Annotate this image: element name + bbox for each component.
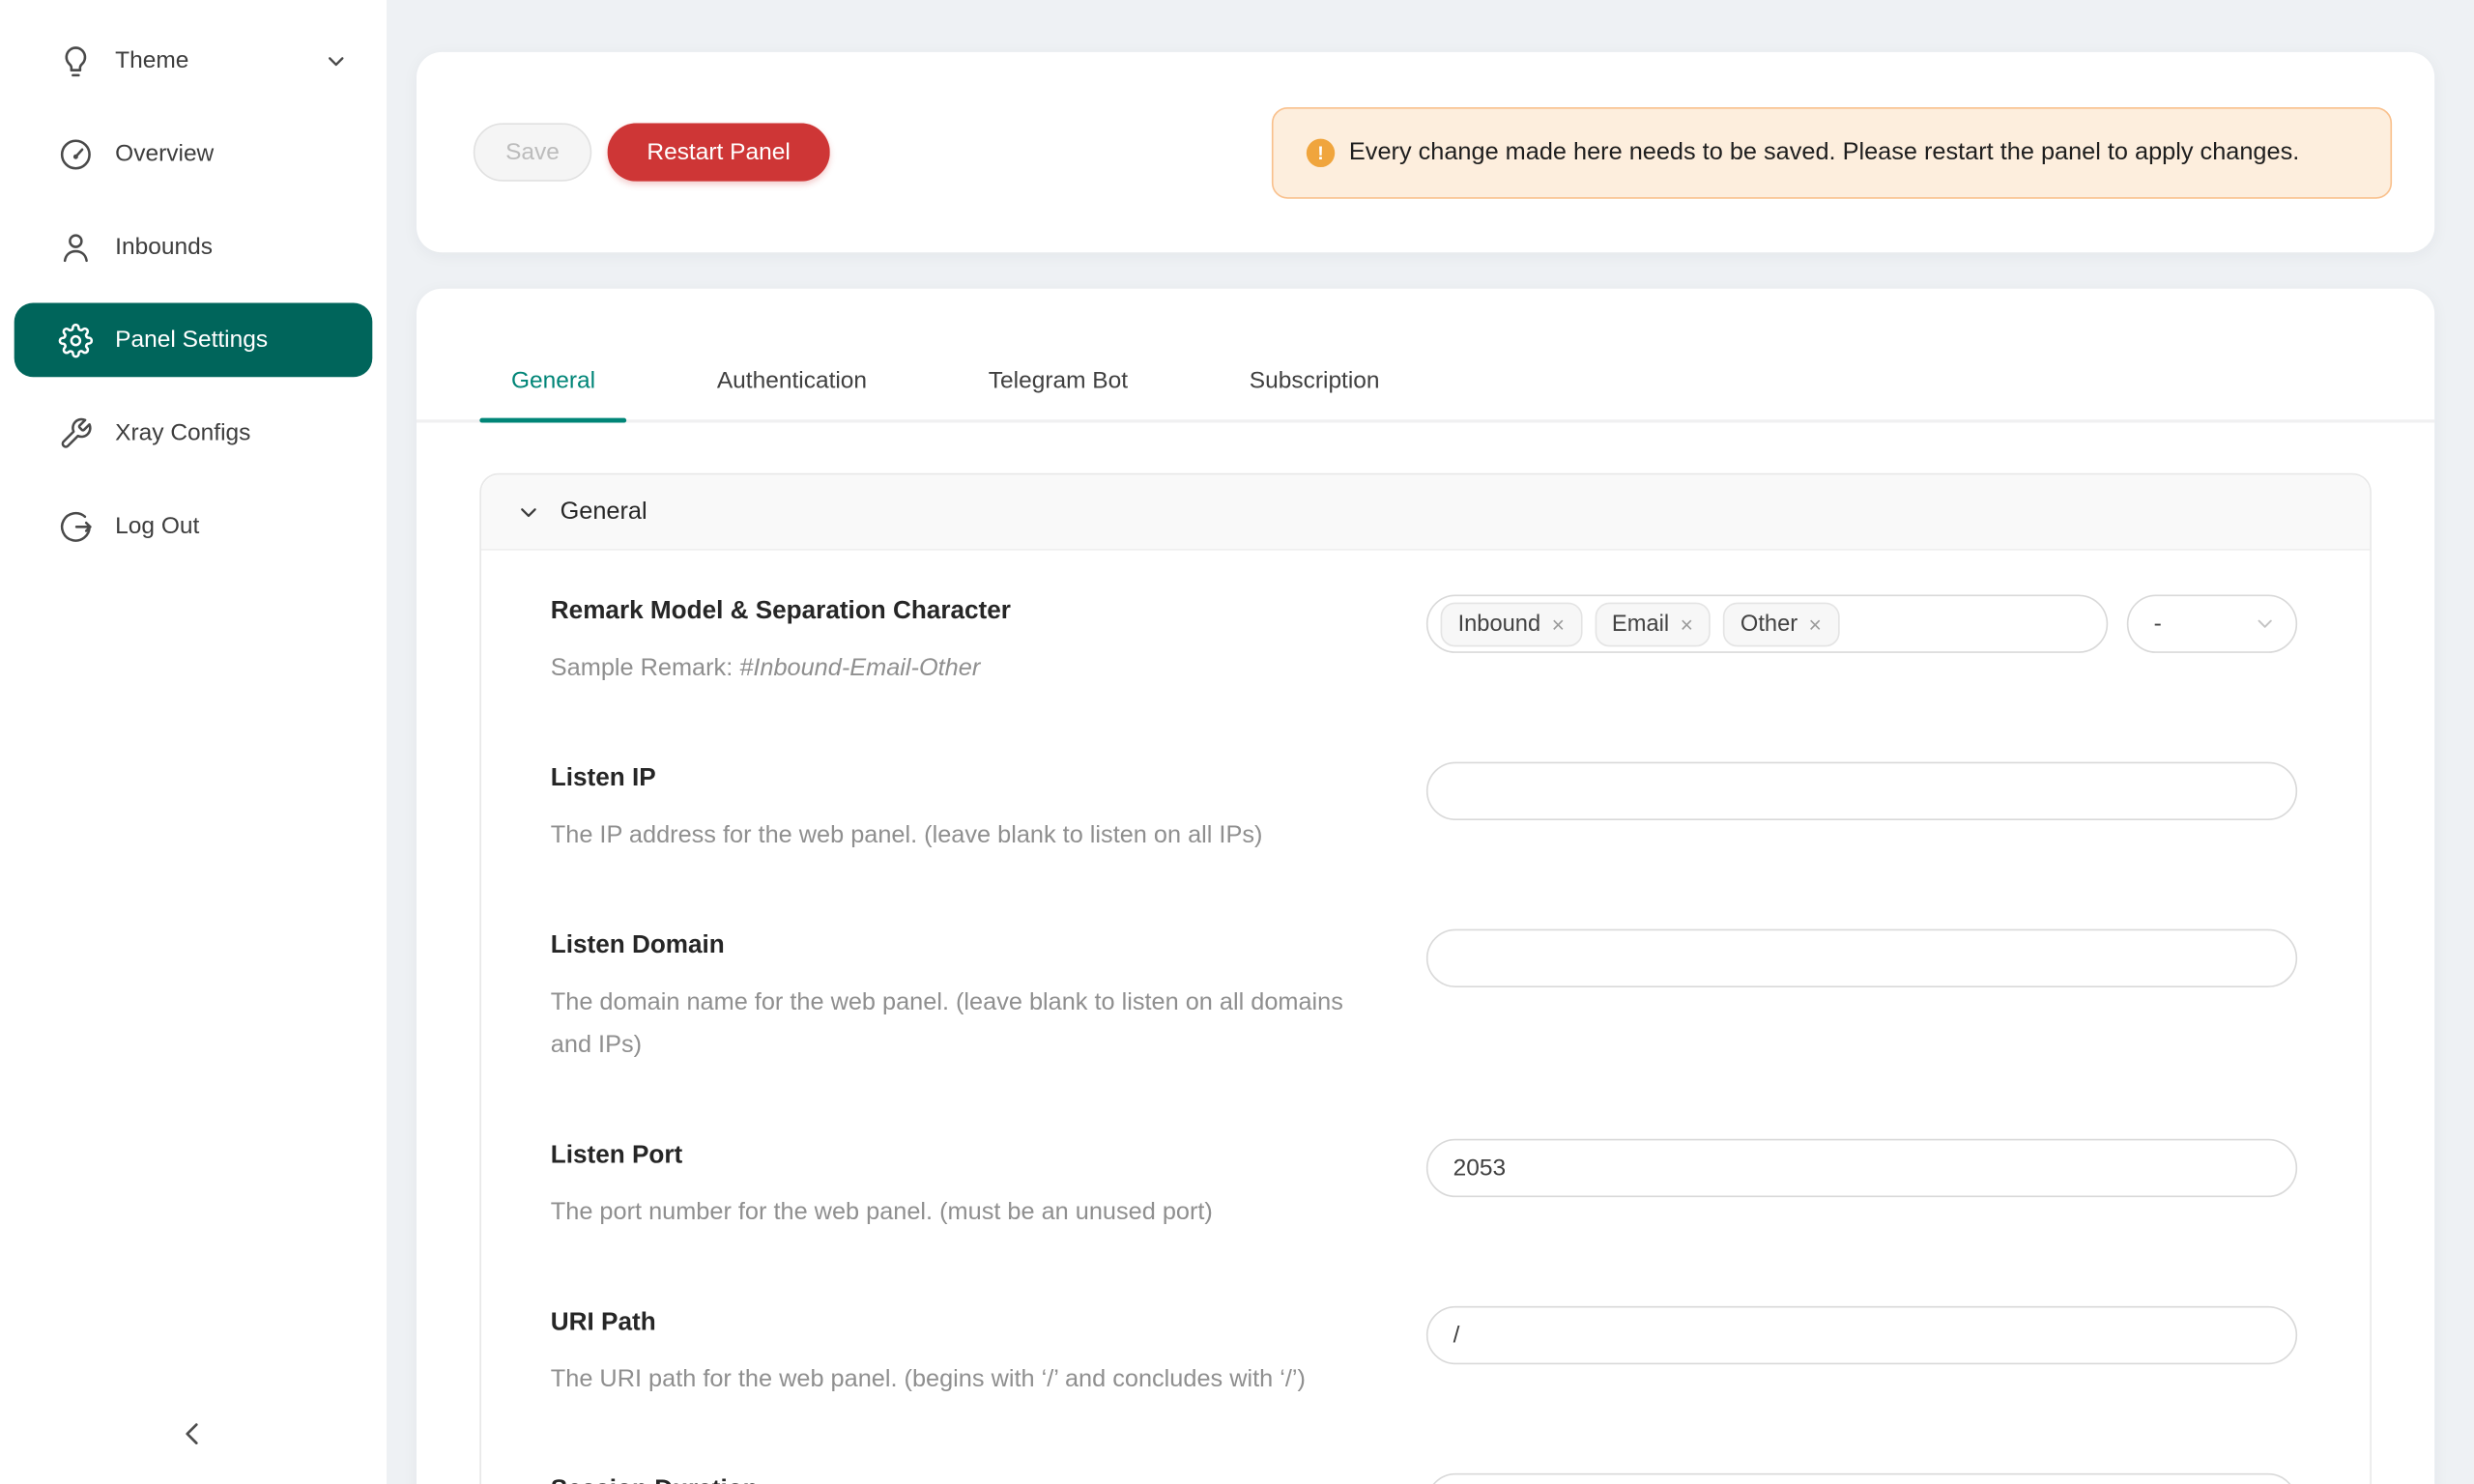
general-collapse-panel: General Remark Model & Separation Charac… xyxy=(479,473,2372,1484)
remove-tag-icon[interactable]: × xyxy=(1552,613,1565,635)
settings-card: General Authentication Telegram Bot Subs… xyxy=(417,289,2434,1484)
field-control xyxy=(1426,1306,2297,1364)
field-label: Listen Domain xyxy=(551,930,1379,962)
tag-label: Other xyxy=(1740,612,1798,637)
settings-tabs: General Authentication Telegram Bot Subs… xyxy=(417,289,2434,423)
remark-model-multiselect[interactable]: Inbound × Email × Other × xyxy=(1426,595,2108,653)
chevron-down-icon xyxy=(518,500,540,523)
listen-ip-input[interactable] xyxy=(1426,762,2297,820)
separation-character-select[interactable]: - xyxy=(2127,595,2297,653)
gauge-icon xyxy=(58,136,93,171)
lightbulb-icon xyxy=(58,43,93,78)
tag-inbound: Inbound × xyxy=(1441,602,1582,646)
selected-separator: - xyxy=(2154,611,2162,638)
field-label: Listen Port xyxy=(551,1140,1379,1172)
field-control xyxy=(1426,929,2297,987)
restart-warning-alert: ! Every change made here needs to be sav… xyxy=(1272,106,2392,198)
form-row-listen-domain: Listen Domain The domain name for the we… xyxy=(551,929,2297,1067)
tag-email: Email × xyxy=(1595,602,1711,646)
uri-path-input[interactable] xyxy=(1426,1306,2297,1364)
field-label: URI Path xyxy=(551,1307,1379,1339)
form-row-session-duration: Session Duration The duration for which … xyxy=(551,1473,2297,1484)
remove-tag-icon[interactable]: × xyxy=(1809,613,1822,635)
sidebar: Theme Overview Inbounds xyxy=(0,0,387,1484)
field-control xyxy=(1426,1139,2297,1197)
warning-icon: ! xyxy=(1307,138,1335,166)
tab-authentication[interactable]: Authentication xyxy=(685,367,899,419)
sidebar-item-inbounds[interactable]: Inbounds xyxy=(14,210,373,284)
field-description: The port number for the web panel. (must… xyxy=(551,1191,1379,1234)
sidebar-item-label: Inbounds xyxy=(115,235,213,258)
field-description: The IP address for the web panel. (leave… xyxy=(551,813,1379,856)
content-area: Save Restart Panel ! Every change made h… xyxy=(387,0,2474,1484)
general-form: Remark Model & Separation Character Samp… xyxy=(481,551,2370,1484)
sidebar-item-panel-settings[interactable]: Panel Settings xyxy=(14,302,373,377)
form-row-listen-port: Listen Port The port number for the web … xyxy=(551,1139,2297,1234)
field-label: Remark Model & Separation Character xyxy=(551,596,1379,628)
sidebar-item-label: Log Out xyxy=(115,514,199,537)
tag-other: Other × xyxy=(1723,602,1839,646)
alert-message: Every change made here needs to be saved… xyxy=(1349,131,2299,172)
restart-panel-button[interactable]: Restart Panel xyxy=(608,123,830,181)
field-info: URI Path The URI path for the web panel.… xyxy=(551,1306,1426,1401)
tab-general[interactable]: General xyxy=(479,367,626,419)
sidebar-item-theme[interactable]: Theme xyxy=(14,23,373,98)
sidebar-item-label: Theme xyxy=(115,49,188,72)
field-description: The domain name for the web panel. (leav… xyxy=(551,982,1379,1067)
app-root: Theme Overview Inbounds xyxy=(0,0,2474,1484)
listen-port-input[interactable] xyxy=(1426,1139,2297,1197)
logout-icon xyxy=(58,509,93,544)
general-collapse-header[interactable]: General xyxy=(481,474,2370,550)
session-duration-input[interactable] xyxy=(1426,1473,2297,1484)
field-control: Inbound × Email × Other × xyxy=(1426,595,2297,653)
field-info: Remark Model & Separation Character Samp… xyxy=(551,595,1426,690)
form-row-uri-path: URI Path The URI path for the web panel.… xyxy=(551,1306,2297,1401)
field-control xyxy=(1426,1473,2297,1484)
field-label: Session Duration xyxy=(551,1475,1379,1484)
field-info: Session Duration The duration for which … xyxy=(551,1473,1426,1484)
sample-remark-value: #Inbound-Email-Other xyxy=(739,655,980,682)
chevron-left-icon xyxy=(177,1418,209,1450)
tab-subscription[interactable]: Subscription xyxy=(1218,367,1411,419)
form-row-listen-ip: Listen IP The IP address for the web pan… xyxy=(551,762,2297,857)
sidebar-item-label: Overview xyxy=(115,142,214,165)
chevron-down-icon xyxy=(324,48,349,73)
tag-label: Inbound xyxy=(1458,612,1541,637)
field-info: Listen Domain The domain name for the we… xyxy=(551,929,1426,1067)
remove-tag-icon[interactable]: × xyxy=(1681,613,1693,635)
form-row-remark-model: Remark Model & Separation Character Samp… xyxy=(551,595,2297,690)
field-label: Listen IP xyxy=(551,763,1379,795)
save-button[interactable]: Save xyxy=(474,123,591,181)
sidebar-collapse-button[interactable] xyxy=(164,1409,221,1459)
collapse-panel-title: General xyxy=(561,498,647,526)
sidebar-item-xray-configs[interactable]: Xray Configs xyxy=(14,396,373,471)
tab-telegram-bot[interactable]: Telegram Bot xyxy=(957,367,1160,419)
sidebar-item-label: Xray Configs xyxy=(115,421,250,444)
gear-icon xyxy=(58,323,93,357)
field-description: The URI path for the web panel. (begins … xyxy=(551,1358,1379,1401)
sample-remark-prefix: Sample Remark: xyxy=(551,655,739,682)
user-icon xyxy=(58,230,93,265)
sidebar-item-label: Panel Settings xyxy=(115,328,268,352)
wrench-icon xyxy=(58,415,93,450)
sidebar-item-log-out[interactable]: Log Out xyxy=(14,489,373,563)
sidebar-item-overview[interactable]: Overview xyxy=(14,117,373,191)
action-bar: Save Restart Panel ! Every change made h… xyxy=(417,52,2434,252)
chevron-down-icon xyxy=(2255,614,2275,634)
field-info: Listen IP The IP address for the web pan… xyxy=(551,762,1426,857)
field-info: Listen Port The port number for the web … xyxy=(551,1139,1426,1234)
listen-domain-input[interactable] xyxy=(1426,929,2297,987)
field-description: Sample Remark: #Inbound-Email-Other xyxy=(551,646,1379,689)
field-control xyxy=(1426,762,2297,820)
tag-label: Email xyxy=(1612,612,1669,637)
